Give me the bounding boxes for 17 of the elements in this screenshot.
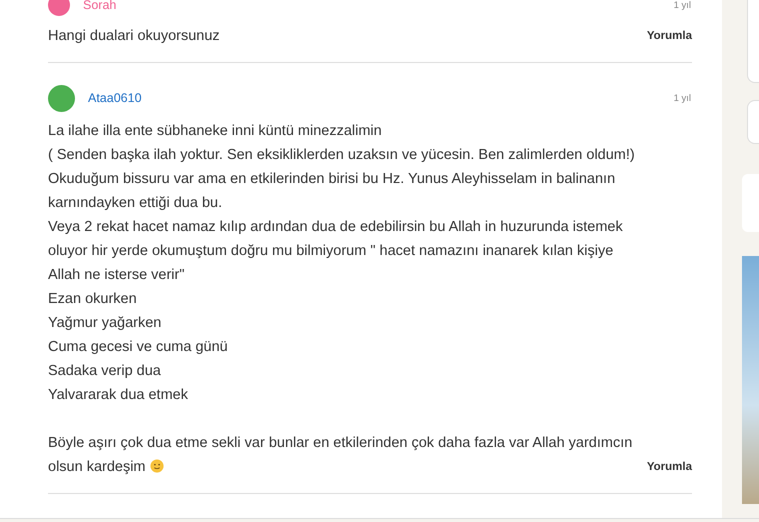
reply-button[interactable]: Yorumla <box>646 457 692 479</box>
post-text: Okuduğum bissuru var ama en etkilerinden birisi bu Hz. Yunus Aleyhisselam in balinanın karnındayken ettiği dua bu. <box>48 170 616 213</box>
post-text: Hangi dualari okuyorsunuz <box>48 27 221 46</box>
reply-button[interactable]: Yorumla <box>646 26 692 48</box>
post-text: Cuma gecesi ve cuma günü <box>48 338 229 357</box>
username-link[interactable]: Ataa0610 <box>88 91 142 105</box>
post-text: ( Senden başka ilah yoktur. Sen eksikliklerden uzaksın ve yücesin. Ben zalimlerden oldum!) <box>48 146 636 165</box>
post-time: 1 yıl <box>674 0 691 10</box>
post-text: Yalvararak dua etmek <box>48 386 189 405</box>
post-text: Yağmur yağarken <box>48 314 162 333</box>
post-text: Sadaka verip dua <box>48 362 162 381</box>
post-text: La ilahe illa ente sübhaneke inni küntü minezzalimin <box>48 122 383 141</box>
post-text: Ezan okurken <box>48 290 138 309</box>
smiley-icon <box>150 459 164 473</box>
post-text: Böyle aşırı çok dua etme sekli var bunlar en etkilerinden çok daha fazla var Allah yardımcın olsun kardeşim <box>48 434 634 477</box>
post-time: 1 yıl <box>674 92 691 104</box>
post-text: Veya 2 rekat hacet namaz kılıp ardından dua de edebilirsin bu Allah in huzurunda istemek oluyor hir yerde okumuştum doğru mu bilmiyorum " hacet namazını inanarek kılan kişiye Allah ne isterse verir" <box>48 218 624 285</box>
